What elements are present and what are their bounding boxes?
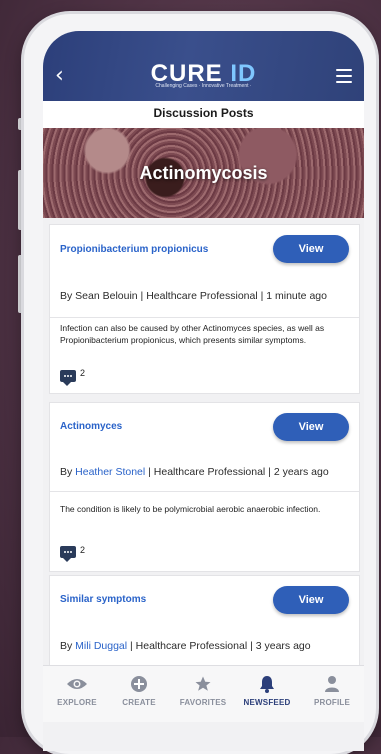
hero-banner: Actinomycosis: [43, 128, 364, 218]
side-button-middle: [18, 170, 23, 230]
nav-label: FAVORITES: [179, 698, 227, 707]
post-author[interactable]: Heather Stonel: [75, 466, 145, 478]
comment-icon[interactable]: [60, 546, 76, 562]
post-body: The condition is likely to be polymicrob…: [60, 504, 321, 514]
nav-favorites[interactable]: FAVORITES: [171, 674, 235, 707]
hero-title: Actinomycosis: [139, 163, 268, 183]
side-button-upper: [18, 118, 23, 130]
post-role: Healthcare Professional: [153, 466, 266, 478]
comment-count: 2: [80, 545, 86, 555]
nav-label: EXPLORE: [57, 698, 97, 707]
divider: [50, 491, 359, 492]
view-button[interactable]: View: [273, 235, 349, 263]
post-title[interactable]: Similar symptoms: [60, 594, 146, 605]
nav-explore[interactable]: EXPLORE: [45, 674, 109, 707]
post-role: Healthcare Professional: [135, 640, 248, 652]
post-time: 3 years ago: [255, 640, 311, 652]
nav-profile[interactable]: PROFILE: [300, 674, 364, 707]
post-time: 1 minute ago: [266, 290, 327, 302]
nav-label: CREATE: [122, 698, 156, 707]
comment-icon[interactable]: [60, 370, 76, 386]
plus-circle-icon: [107, 674, 171, 694]
post-body: Infection can also be caused by other Ac…: [60, 323, 325, 345]
post-meta: By Heather Stonel | Healthcare Professio…: [60, 466, 329, 478]
side-button-lower: [18, 255, 23, 313]
post-meta: By Sean Belouin | Healthcare Professiona…: [60, 290, 327, 302]
divider: [50, 317, 359, 318]
bell-icon: [235, 674, 299, 694]
app-header: ‹ CURE ID Challenging Cases · Innovative…: [43, 31, 364, 101]
app-screen: ‹ CURE ID Challenging Cases · Innovative…: [43, 31, 364, 751]
bottom-nav: EXPLORE CREATE FAVORITES NEWSFEED PROFIL…: [43, 665, 364, 722]
post-meta: By Mili Duggal | Healthcare Professional…: [60, 640, 311, 652]
post-title[interactable]: Propionibacterium propionicus: [60, 244, 208, 255]
post-card: Actinomyces View By Heather Stonel | Hea…: [49, 402, 360, 572]
logo-tagline: Challenging Cases · Innovative Treatment…: [155, 83, 252, 89]
comment-count: 2: [80, 368, 86, 378]
view-button[interactable]: View: [273, 413, 349, 441]
post-title[interactable]: Actinomyces: [60, 421, 122, 432]
nav-create[interactable]: CREATE: [107, 674, 171, 707]
post-card: Propionibacterium propionicus View By Se…: [49, 224, 360, 394]
post-author: By Sean Belouin: [60, 290, 138, 302]
post-author-prefix: By: [60, 466, 76, 478]
nav-newsfeed[interactable]: NEWSFEED: [235, 674, 299, 707]
user-icon: [300, 674, 364, 694]
nav-label: NEWSFEED: [243, 698, 291, 707]
post-author[interactable]: Mili Duggal: [75, 640, 127, 652]
nav-label: PROFILE: [313, 698, 351, 707]
post-role: Healthcare Professional: [146, 290, 258, 302]
hamburger-menu-icon[interactable]: [336, 69, 352, 83]
star-icon: [171, 674, 235, 694]
view-button[interactable]: View: [273, 586, 349, 614]
post-time: 2 years ago: [273, 466, 329, 478]
eye-icon: [45, 674, 109, 694]
page-title: Discussion Posts: [43, 101, 364, 129]
post-author-prefix: By: [60, 640, 76, 652]
